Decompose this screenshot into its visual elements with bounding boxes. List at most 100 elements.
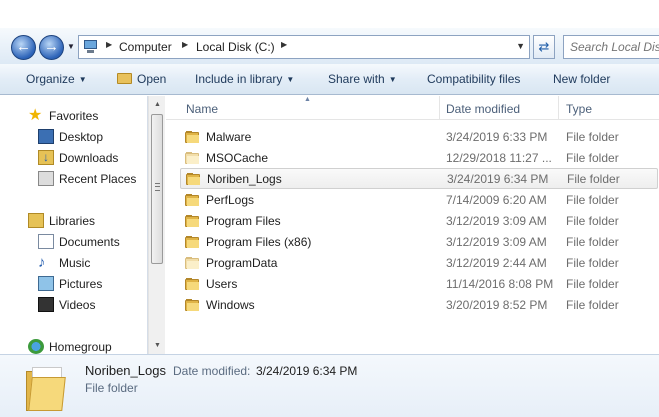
column-header-type[interactable]: Type (566, 102, 592, 116)
back-button[interactable]: ← (11, 35, 36, 60)
details-item-type: File folder (85, 381, 138, 395)
organize-label: Organize (26, 72, 75, 86)
command-bar: Organize ▼ Open Include in library ▼ Share… (0, 64, 659, 95)
file-date: 12/29/2018 11:27 ... (446, 151, 552, 165)
large-folder-icon (26, 367, 66, 411)
file-type: File folder (566, 235, 619, 249)
file-name: Malware (206, 130, 252, 144)
forward-button[interactable]: → (39, 35, 64, 60)
nav-favorites-label: Favorites (49, 109, 99, 123)
star-icon: ★ (28, 107, 43, 124)
table-row[interactable]: Malware 3/24/2019 6:33 PM File folder (180, 127, 658, 148)
nav-pictures-label: Pictures (59, 277, 103, 291)
scroll-up-icon[interactable]: ▲ (149, 96, 166, 113)
file-type: File folder (566, 151, 619, 165)
scroll-down-icon[interactable]: ▼ (149, 337, 166, 354)
file-name: ProgramData (206, 256, 278, 270)
breadcrumb-chevron-icon[interactable]: ▶ (182, 40, 188, 49)
table-row[interactable]: MSOCache 12/29/2018 11:27 ... File folde… (180, 148, 658, 169)
nav-scrollbar-thumb[interactable] (151, 114, 163, 264)
column-headers: ▲ Name Date modified Type (166, 96, 659, 120)
desktop-icon (38, 129, 54, 144)
folder-icon (185, 131, 199, 144)
column-header-name[interactable]: Name (186, 102, 218, 116)
share-with-button[interactable]: Share with ▼ (328, 72, 397, 86)
open-label: Open (137, 72, 167, 86)
file-type: File folder (566, 298, 619, 312)
breadcrumb-chevron-icon[interactable]: ▶ (281, 40, 287, 49)
address-dropdown-icon[interactable]: ▼ (516, 41, 525, 51)
file-list: ▲ Name Date modified Type Malware 3/24/2… (166, 96, 659, 354)
nav-libraries-label: Libraries (49, 214, 96, 228)
address-bar-row: ← → ▼ ▶ Computer ▶ Local Disk (C:) ▶ ▼ ⇄ (0, 28, 659, 64)
open-button[interactable]: Open (117, 72, 166, 86)
chevron-down-icon: ▼ (67, 42, 75, 51)
include-in-library-label: Include in library (195, 72, 283, 86)
table-row[interactable]: Windows 3/20/2019 8:52 PM File folder (180, 295, 658, 316)
navigation-pane: ★ Favorites Desktop Downloads Recent Plac… (0, 96, 148, 354)
include-in-library-button[interactable]: Include in library ▼ (195, 72, 294, 86)
recent-pages-dropdown[interactable]: ▼ (66, 42, 76, 52)
breadcrumb-computer[interactable]: Computer (119, 40, 172, 54)
file-name: Windows (206, 298, 255, 312)
file-date: 3/20/2019 8:52 PM (446, 298, 548, 312)
column-divider[interactable] (439, 96, 440, 120)
caret-down-icon: ▼ (286, 75, 295, 84)
refresh-icon: ⇄ (538, 39, 550, 54)
search-input[interactable] (570, 37, 659, 57)
hidden-folder-icon (185, 152, 199, 165)
hidden-folder-icon (185, 257, 199, 270)
nav-homegroup-label: Homegroup (49, 340, 112, 354)
videos-icon (38, 297, 54, 312)
file-date: 3/12/2019 2:44 AM (446, 256, 547, 270)
file-date: 11/14/2016 8:08 PM (446, 277, 554, 291)
compatibility-files-button[interactable]: Compatibility files (427, 72, 520, 86)
breadcrumb-chevron-icon[interactable]: ▶ (106, 40, 112, 49)
computer-icon (83, 39, 99, 53)
music-icon: ♪ (38, 254, 46, 271)
table-row[interactable]: Program Files 3/12/2019 3:09 AM File fol… (180, 211, 658, 232)
search-box[interactable] (563, 35, 659, 59)
table-row[interactable]: PerfLogs 7/14/2009 6:20 AM File folder (180, 190, 658, 211)
folder-icon (185, 215, 199, 228)
file-type: File folder (566, 214, 619, 228)
address-box[interactable]: ▶ Computer ▶ Local Disk (C:) ▶ ▼ (78, 35, 530, 59)
folder-icon (185, 236, 199, 249)
file-type: File folder (567, 172, 620, 186)
file-type: File folder (566, 130, 619, 144)
share-with-label: Share with (328, 72, 385, 86)
table-row[interactable]: ProgramData 3/12/2019 2:44 AM File folde… (180, 253, 658, 274)
pictures-icon (38, 276, 54, 291)
file-name: Users (206, 277, 238, 291)
file-name: Noriben_Logs (207, 172, 282, 186)
refresh-button[interactable]: ⇄ (533, 35, 555, 59)
libraries-icon (28, 213, 44, 228)
new-folder-button[interactable]: New folder (553, 72, 610, 86)
table-row[interactable]: Users 11/14/2016 8:08 PM File folder (180, 274, 658, 295)
column-divider[interactable] (558, 96, 559, 120)
folder-icon (185, 278, 199, 291)
table-row-selected[interactable]: Noriben_Logs 3/24/2019 6:34 PM File fold… (180, 168, 658, 189)
details-item-name: Noriben_Logs (85, 363, 166, 378)
nav-desktop-label: Desktop (59, 130, 104, 144)
file-type: File folder (566, 277, 619, 291)
file-date: 7/14/2009 6:20 AM (446, 193, 547, 207)
new-folder-label: New folder (553, 72, 611, 86)
file-name: Program Files (x86) (206, 235, 312, 249)
nav-recent-places-label: Recent Places (59, 172, 137, 186)
file-name: PerfLogs (206, 193, 255, 207)
homegroup-icon (28, 339, 44, 354)
nav-pane-scrollbar[interactable]: ▲ ▼ (148, 96, 165, 354)
folder-icon (186, 173, 200, 186)
compatibility-files-label: Compatibility files (427, 72, 521, 86)
arrow-right-icon: → (44, 38, 59, 55)
nav-documents-label: Documents (59, 235, 120, 249)
table-row[interactable]: Program Files (x86) 3/12/2019 3:09 AM Fi… (180, 232, 658, 253)
breadcrumb-local-disk[interactable]: Local Disk (C:) (196, 40, 275, 54)
organize-button[interactable]: Organize ▼ (26, 72, 87, 86)
recent-places-icon (38, 171, 54, 186)
column-header-date-modified[interactable]: Date modified (446, 102, 520, 116)
arrow-left-icon: ← (16, 38, 31, 55)
nav-downloads-label: Downloads (59, 151, 119, 165)
file-type: File folder (566, 193, 619, 207)
